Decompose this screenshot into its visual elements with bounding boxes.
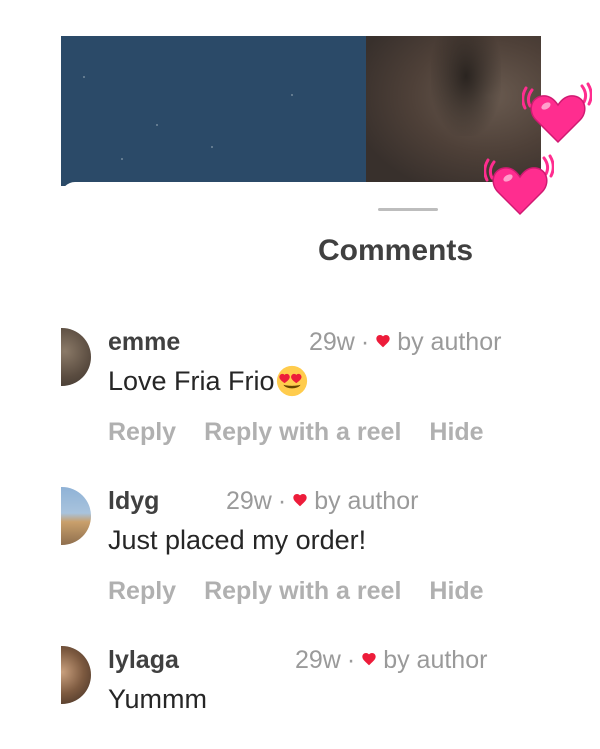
hide-button[interactable]: Hide: [429, 418, 483, 446]
video-speck: [121, 158, 123, 160]
red-heart-icon: [362, 653, 376, 666]
beating-heart-icon: [484, 154, 554, 216]
video-speck: [83, 76, 85, 78]
comments-sheet: Comments emme 29w · by author Love Fria Fr…: [61, 182, 541, 736]
comment-meta: 29w · by author: [309, 328, 501, 357]
comment-text: Yummm: [108, 684, 208, 714]
avatar[interactable]: [61, 646, 91, 704]
red-heart-icon: [293, 494, 307, 507]
comments-title: Comments: [318, 234, 474, 267]
comment-item: ldyg 29w · by author Just placed my order!…: [61, 487, 541, 617]
reply-button[interactable]: Reply: [108, 418, 176, 446]
video-speck: [156, 124, 158, 126]
comment-actions: Reply Reply with a reel Hide: [108, 577, 512, 606]
comment-meta: 29w · by author: [226, 487, 418, 516]
comment-username[interactable]: emme: [108, 328, 180, 357]
comment-username[interactable]: ldyg: [108, 487, 159, 516]
liked-by-author-label: by author: [314, 487, 419, 515]
comment-text-body: Love Fria Frio: [108, 366, 275, 397]
comment-item: emme 29w · by author Love Fria Frio Reply R…: [61, 328, 541, 458]
avatar[interactable]: [61, 328, 91, 386]
reply-with-reel-button[interactable]: Reply with a reel: [204, 577, 401, 605]
video-speck: [291, 94, 293, 96]
comment-time: 29w: [295, 646, 341, 674]
meta-separator: ·: [277, 487, 287, 515]
comment-meta: 29w · by author: [295, 646, 487, 675]
video-speck: [211, 146, 213, 148]
reel-video-preview[interactable]: [61, 36, 541, 186]
meta-separator: ·: [360, 328, 370, 356]
comment-username[interactable]: lylaga: [108, 646, 179, 675]
reply-button[interactable]: Reply: [108, 577, 176, 605]
avatar[interactable]: [61, 487, 91, 545]
comment-time: 29w: [226, 487, 272, 515]
liked-by-author-label: by author: [383, 646, 488, 674]
liked-by-author-label: by author: [397, 328, 502, 356]
comment-actions: Reply Reply with a reel Hide: [108, 418, 512, 447]
drag-handle[interactable]: [378, 208, 438, 211]
comment-text: Love Fria Frio: [108, 365, 309, 400]
video-person-hair: [431, 36, 501, 136]
comment-text: Just placed my order!: [108, 525, 367, 555]
beating-heart-icon: [522, 82, 592, 144]
meta-separator: ·: [346, 646, 356, 674]
reply-with-reel-button[interactable]: Reply with a reel: [204, 418, 401, 446]
red-heart-icon: [376, 335, 390, 348]
comment-time: 29w: [309, 328, 355, 356]
hide-button[interactable]: Hide: [429, 577, 483, 605]
heart-eyes-emoji-icon: [276, 365, 307, 397]
comment-item: lylaga 29w · by author Yummm: [61, 646, 541, 736]
reel-comments-screen: Comments emme 29w · by author Love Fria Fr…: [61, 36, 541, 736]
